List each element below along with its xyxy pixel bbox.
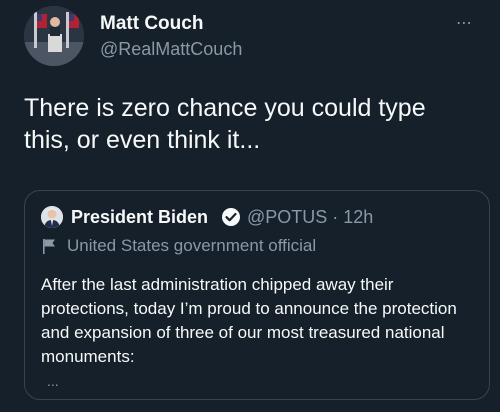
quoted-text: After the last administration chipped aw…: [41, 275, 457, 366]
quoted-tweet[interactable]: President Biden @POTUS · 12h United Stat…: [24, 190, 490, 400]
tweet-card: Matt Couch @RealMattCouch ⋯ There is zer…: [0, 0, 500, 412]
quoted-name[interactable]: President Biden: [71, 205, 208, 229]
author-info: Matt Couch @RealMattCouch: [100, 12, 242, 62]
tweet-header: Matt Couch @RealMattCouch ⋯: [24, 6, 476, 70]
verified-badge-icon: [221, 207, 241, 227]
quoted-handle-time[interactable]: @POTUS · 12h: [247, 205, 373, 229]
flag-icon: [42, 238, 56, 254]
author-handle[interactable]: @RealMattCouch: [100, 36, 242, 62]
author-name[interactable]: Matt Couch: [100, 12, 242, 36]
more-options-icon[interactable]: ⋯: [452, 14, 476, 34]
avatar[interactable]: [24, 6, 84, 66]
quoted-avatar[interactable]: [41, 206, 63, 228]
tweet-text: There is zero chance you could type this…: [24, 94, 426, 154]
government-label-text: United States government official: [67, 236, 317, 255]
quoted-more: ...: [47, 373, 59, 389]
